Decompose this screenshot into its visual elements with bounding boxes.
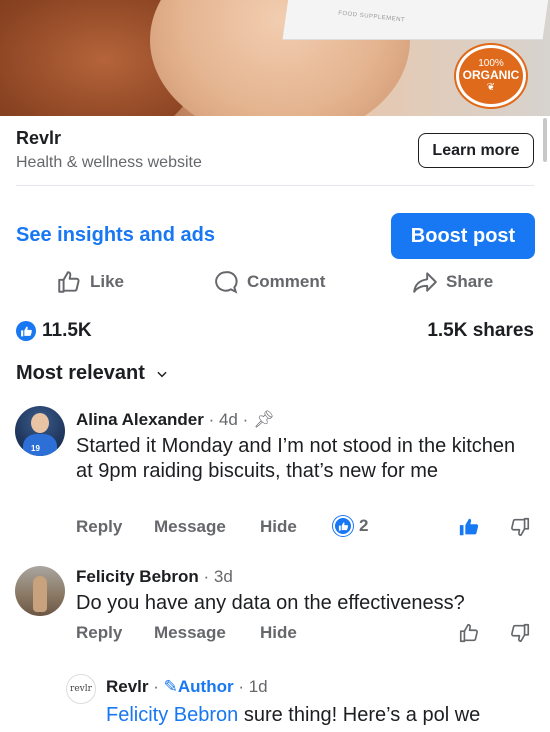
avatar-shirt [23,434,57,456]
comment-label: Comment [247,272,326,291]
leaf-icon: ❦ [486,82,496,93]
avatar-face [31,413,49,433]
comment-like-count[interactable]: 2 [333,516,368,536]
comment-header: Alina Alexander · 4d · 📌︎ [76,410,275,430]
comment-text: Do you have any data on the effectivenes… [76,592,465,614]
learn-more-button[interactable]: Learn more [418,133,534,168]
comment-text-body: sure thing! Here’s a pol we [238,704,481,726]
product-box-graphic [282,0,550,40]
see-insights-link[interactable]: See insights and ads [16,224,215,247]
comment-bubble-icon [215,271,238,294]
avatar[interactable] [15,566,65,616]
reaction-count[interactable]: 11.5K [16,320,92,342]
like-reaction-icon [16,321,36,341]
reply-button[interactable]: Reply [76,623,122,643]
share-button[interactable]: Share [412,268,493,296]
chevron-down-icon [157,371,167,377]
like-reaction-icon [333,516,353,536]
commenter-name[interactable]: Revlr [106,677,149,696]
avatar-alpaca [33,576,47,612]
share-arrow-icon [413,272,437,293]
comment-text: Felicity Bebron sure thing! Here’s a pol… [106,703,546,728]
thumbs-up-filled-icon[interactable] [458,516,480,538]
author-badge: Author [177,677,234,696]
comment-meta-sep: · [148,677,164,696]
commenter-name[interactable]: Alina Alexander [76,410,204,429]
avatar[interactable]: 19 [15,406,65,456]
share-label: Share [446,272,494,291]
message-button[interactable]: Message [154,517,226,537]
reply-button[interactable]: Reply [76,517,122,537]
comment-meta: · 1d [233,677,268,696]
commenter-name[interactable]: Felicity Bebron [76,567,199,586]
share-count[interactable]: 1.5K shares [427,320,534,342]
comment-button[interactable]: Comment [213,268,325,296]
advertiser-category: Health & wellness website [16,154,202,171]
avatar[interactable]: revlr [66,674,96,704]
advertiser-name[interactable]: Revlr [16,128,61,149]
scrollbar[interactable] [543,118,547,162]
thumbs-up-icon[interactable] [458,622,480,644]
sort-label: Most relevant [16,362,145,384]
like-button[interactable]: Like [56,268,124,296]
divider [16,185,534,186]
thumbs-down-icon[interactable] [509,622,531,644]
avatar-jersey-number: 19 [31,444,40,453]
hide-button[interactable]: Hide [260,623,297,643]
reaction-count-value: 11.5K [42,320,92,341]
boost-post-button[interactable]: Boost post [391,213,535,259]
comment-text: Started it Monday and I’m not stood in t… [76,435,516,482]
mention-link[interactable]: Felicity Bebron [106,704,238,726]
comment-header: Revlr · ✎Author · 1d [106,677,268,697]
comment-meta: · 4d · [203,410,253,429]
thumbs-down-icon[interactable] [509,516,531,538]
comment-meta: · 3d [198,567,233,586]
badge-line2: ORGANIC [462,68,520,82]
sort-dropdown[interactable]: Most relevant [16,362,169,385]
thumbs-up-icon [58,271,80,293]
pencil-icon: ✎ [163,677,178,696]
like-label: Like [90,272,125,291]
hide-button[interactable]: Hide [260,517,297,537]
comment-header: Felicity Bebron · 3d [76,567,233,587]
pin-icon[interactable]: 📌︎ [253,410,275,429]
organic-badge: 100% ORGANIC ❦ [456,45,526,107]
post-image[interactable]: FOOD SUPPLEMENT 100% ORGANIC ❦ [0,0,550,116]
comment-like-value: 2 [359,516,369,535]
message-button[interactable]: Message [154,623,226,643]
